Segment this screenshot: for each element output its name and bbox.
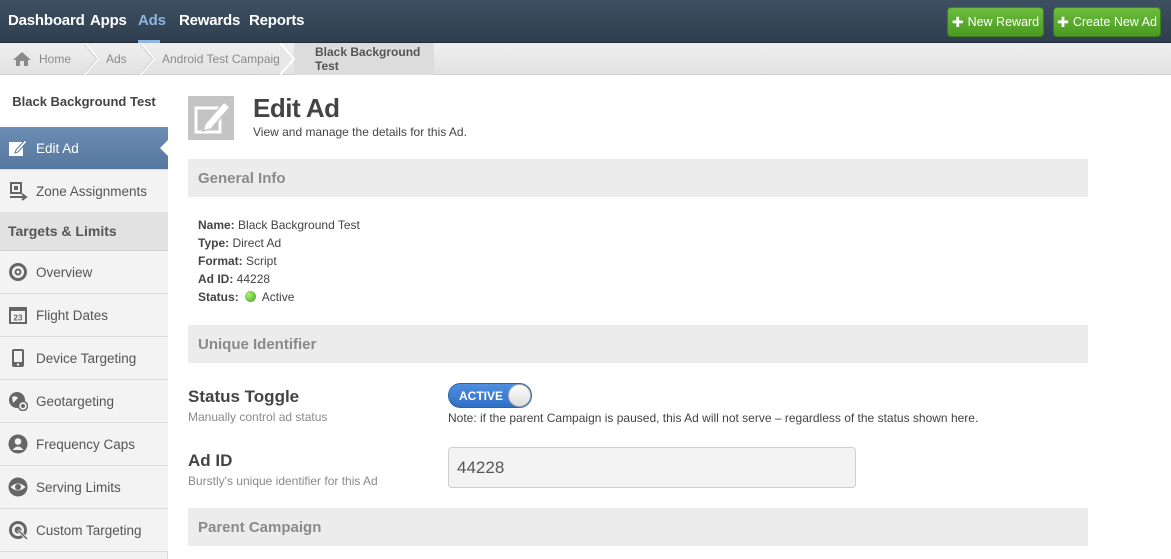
sidebar-item-device-targeting[interactable]: Device Targeting [0,337,168,380]
ad-id-help: Burstly's unique identifier for this Ad [188,474,378,488]
section-parent-campaign: Parent Campaign [188,508,1088,546]
plus-icon: ✚ [951,13,964,30]
ad-id-field[interactable] [448,447,856,488]
info-name: Name: Black Background Test [198,218,360,232]
info-format-value: Script [246,254,277,268]
sidebar-item-label: Overview [36,264,93,280]
info-name-value: Black Background Test [238,218,360,232]
nav-ads[interactable]: Ads [138,12,166,29]
status-toggle-help: Manually control ad status [188,410,328,424]
sidebar-item-geotargeting[interactable]: Geotargeting [0,380,168,423]
info-status-label: Status: [198,290,239,304]
status-toggle-text: ACTIVE [459,389,504,403]
new-reward-button[interactable]: ✚ New Reward [947,7,1044,37]
sidebar-item-overview[interactable]: Overview [0,251,168,294]
info-status-value: Active [261,290,295,304]
sidebar-title: Black Background Test [0,75,168,127]
breadcrumb-home-label: Home [39,52,72,66]
breadcrumb-separator [84,43,100,75]
info-name-label: Name: [198,218,235,232]
breadcrumb-campaign[interactable]: Android Test Campaign [162,43,287,75]
calendar-icon: 23 [8,305,28,325]
nav-rewards[interactable]: Rewards [179,12,240,29]
ad-id-label: Ad ID [188,451,233,470]
status-active-dot-icon [245,291,257,302]
edit-page-icon [188,96,234,140]
info-format-label: Format: [198,254,243,268]
sidebar-item-label: Device Targeting [36,350,137,366]
globe-icon [8,391,28,411]
home-icon [13,52,31,66]
sidebar-item-zone-assignments[interactable]: Zone Assignments [0,170,168,213]
info-status: Status: Active [198,290,294,304]
sidebar-item-flight-dates[interactable]: 23 Flight Dates [0,294,168,337]
nav-dashboard[interactable]: Dashboard [8,12,85,29]
sidebar-item-label: Serving Limits [36,479,121,495]
eye-icon [8,477,28,497]
status-toggle-label: Status Toggle [188,387,300,406]
sidebar-section-title: Targets & Limits [0,212,168,251]
device-icon [8,348,28,368]
sidebar-item-edit-ad[interactable]: Edit Ad [0,127,168,170]
info-type-value: Direct Ad [232,236,282,250]
target-icon [8,262,28,282]
custom-target-icon [8,520,28,540]
breadcrumb-ads[interactable]: Ads [106,43,127,75]
info-ad-id-value: 44228 [236,272,271,286]
user-icon [8,434,28,454]
sidebar-item-frequency-caps[interactable]: Frequency Caps [0,423,168,466]
section-general-info: General Info [188,159,1088,197]
sidebar-item-serving-limits[interactable]: Serving Limits [0,466,168,509]
plus-icon: ✚ [1057,13,1069,30]
status-toggle[interactable]: ACTIVE [448,383,532,408]
sidebar-item-label: Flight Dates [36,307,109,323]
info-type-label: Type: [198,236,230,250]
sidebar: Black Background Test Edit Ad Zone Assig… [0,75,168,559]
create-new-ad-label: Create New Ad [1072,15,1157,29]
breadcrumb-current: Black Background Test [294,43,434,75]
sidebar-item-label: Edit Ad [36,140,79,156]
sidebar-item-label: Zone Assignments [36,183,148,199]
toggle-knob [508,384,531,407]
info-ad-id: Ad ID: 44228 [198,272,270,286]
page-title: Edit Ad [253,93,340,123]
status-note: Note: if the parent Campaign is paused, … [448,411,979,425]
zone-icon [8,181,28,201]
breadcrumb-separator [280,43,296,75]
sidebar-item-label: Frequency Caps [36,436,136,452]
nav-reports[interactable]: Reports [249,12,304,29]
create-new-ad-button[interactable]: ✚ Create New Ad [1053,7,1161,37]
edit-icon [8,138,28,158]
breadcrumb: Home Ads Android Test Campaign Black Bac… [0,43,1171,75]
info-type: Type: Direct Ad [198,236,281,250]
new-reward-label: New Reward [967,15,1040,29]
top-navigation: Dashboard Apps Ads Rewards Reports ✚ New… [0,0,1171,43]
calendar-day: 23 [14,314,23,323]
nav-apps[interactable]: Apps [90,12,127,29]
section-unique-identifier: Unique Identifier [188,325,1088,363]
info-ad-id-label: Ad ID: [198,272,234,286]
page-subtitle: View and manage the details for this Ad. [253,125,467,139]
sidebar-item-custom-targeting[interactable]: Custom Targeting [0,509,168,552]
info-format: Format: Script [198,254,277,268]
sidebar-item-label: Geotargeting [36,393,115,409]
sidebar-item-label: Custom Targeting [36,522,142,538]
breadcrumb-separator [140,43,156,75]
breadcrumb-home[interactable]: Home [12,43,71,75]
